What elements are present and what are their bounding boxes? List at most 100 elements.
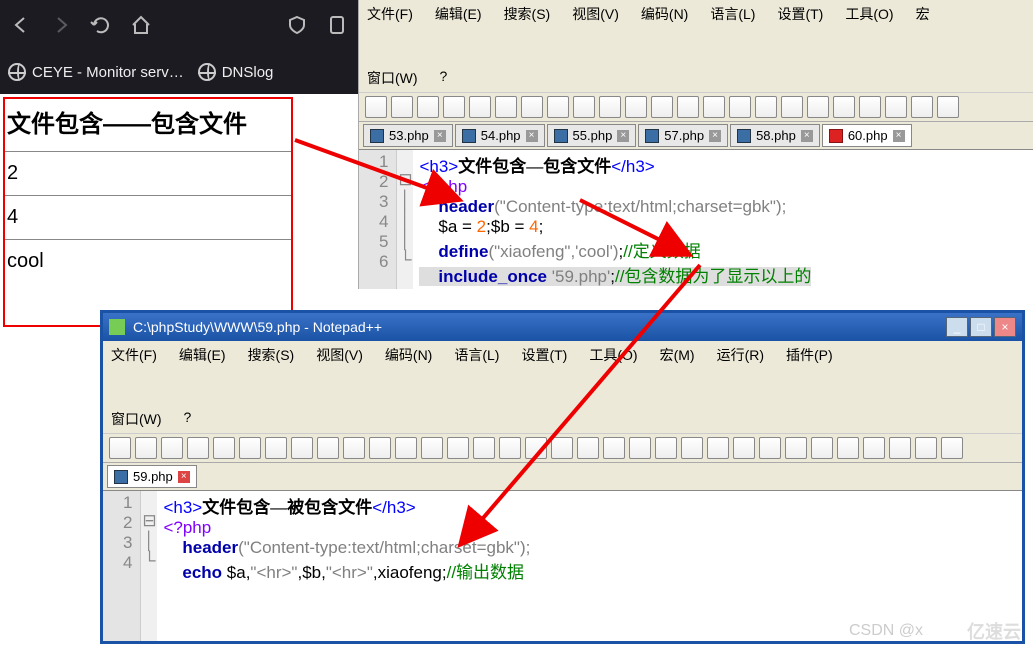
menu-item[interactable]: 编辑(E): [179, 345, 226, 365]
tool-icon[interactable]: [785, 437, 807, 459]
close-icon[interactable]: ×: [526, 130, 538, 142]
tool-icon[interactable]: [525, 437, 547, 459]
menu-item[interactable]: 语言(L): [454, 345, 499, 365]
tool-icon[interactable]: [729, 96, 751, 118]
code-editor[interactable]: 1 2 3 4 5 6 ⊟ │ │ │ └ <h3>文件包含—包含文件</h3>…: [359, 150, 1033, 289]
tool-icon[interactable]: [833, 96, 855, 118]
minimize-button[interactable]: _: [946, 317, 968, 337]
close-icon[interactable]: ×: [801, 130, 813, 142]
code-area[interactable]: <h3>文件包含—被包含文件</h3> <?php header("Conten…: [157, 491, 536, 641]
menu-item[interactable]: 视图(V): [572, 4, 619, 24]
tool-icon[interactable]: [421, 437, 443, 459]
code-area[interactable]: <h3>文件包含—包含文件</h3> <?php header("Content…: [413, 150, 817, 289]
tool-icon[interactable]: [573, 96, 595, 118]
menu-item[interactable]: 宏(M): [660, 345, 695, 365]
tool-icon[interactable]: [547, 96, 569, 118]
tool-icon[interactable]: [629, 437, 651, 459]
menu-item[interactable]: ?: [184, 409, 192, 429]
tool-icon[interactable]: [577, 437, 599, 459]
tool-icon[interactable]: [551, 437, 573, 459]
tool-icon[interactable]: [759, 437, 781, 459]
menu-item[interactable]: 工具(O): [845, 4, 893, 24]
tool-icon[interactable]: [161, 437, 183, 459]
home-icon[interactable]: [130, 14, 152, 36]
tool-icon[interactable]: [707, 437, 729, 459]
tool-icon[interactable]: [469, 96, 491, 118]
close-icon[interactable]: ×: [178, 471, 190, 483]
file-tab[interactable]: 55.php×: [547, 124, 637, 147]
tool-icon[interactable]: [755, 96, 777, 118]
menu-item[interactable]: 视图(V): [316, 345, 363, 365]
tool-icon[interactable]: [781, 96, 803, 118]
menu-item[interactable]: ?: [440, 68, 448, 88]
tool-icon[interactable]: [911, 96, 933, 118]
maximize-button[interactable]: □: [970, 317, 992, 337]
tool-icon[interactable]: [187, 437, 209, 459]
menu-item[interactable]: 窗口(W): [111, 409, 162, 429]
menu-item[interactable]: 文件(F): [111, 345, 157, 365]
code-editor[interactable]: 1 2 3 4 ⊟ │ └ <h3>文件包含—被包含文件</h3> <?php …: [103, 491, 1022, 641]
tool-icon[interactable]: [807, 96, 829, 118]
tool-icon[interactable]: [135, 437, 157, 459]
forward-icon[interactable]: [50, 14, 72, 36]
menu-item[interactable]: 插件(P): [786, 345, 833, 365]
menu-item[interactable]: 搜索(S): [248, 345, 295, 365]
file-tab-active[interactable]: 59.php×: [107, 465, 197, 488]
menu-item[interactable]: 语言(L): [710, 4, 755, 24]
tool-icon[interactable]: [391, 96, 413, 118]
tool-icon[interactable]: [733, 437, 755, 459]
titlebar[interactable]: C:\phpStudy\WWW\59.php - Notepad++ _ □ ×: [103, 313, 1022, 341]
tool-icon[interactable]: [365, 96, 387, 118]
menu-item[interactable]: 设置(T): [777, 4, 823, 24]
menu-item[interactable]: 搜索(S): [504, 4, 551, 24]
tool-icon[interactable]: [499, 437, 521, 459]
tool-icon[interactable]: [109, 437, 131, 459]
tool-icon[interactable]: [655, 437, 677, 459]
tool-icon[interactable]: [395, 437, 417, 459]
tool-icon[interactable]: [677, 96, 699, 118]
tool-icon[interactable]: [915, 437, 937, 459]
tool-icon[interactable]: [863, 437, 885, 459]
tool-icon[interactable]: [239, 437, 261, 459]
close-icon[interactable]: ×: [434, 130, 446, 142]
tool-icon[interactable]: [521, 96, 543, 118]
browser-tab-2[interactable]: DNSlog: [198, 63, 274, 81]
tool-icon[interactable]: [625, 96, 647, 118]
menu-item[interactable]: 宏: [916, 4, 930, 24]
tool-icon[interactable]: [941, 437, 963, 459]
tool-icon[interactable]: [651, 96, 673, 118]
menu-item[interactable]: 工具(O): [589, 345, 637, 365]
tool-icon[interactable]: [473, 437, 495, 459]
browser-tab-1[interactable]: CEYE - Monitor serv…: [8, 63, 184, 81]
tool-icon[interactable]: [599, 96, 621, 118]
tool-icon[interactable]: [937, 96, 959, 118]
tool-icon[interactable]: [681, 437, 703, 459]
menu-item[interactable]: 设置(T): [521, 345, 567, 365]
tool-icon[interactable]: [703, 96, 725, 118]
menu-item[interactable]: 编辑(E): [435, 4, 482, 24]
tool-icon[interactable]: [859, 96, 881, 118]
tool-icon[interactable]: [495, 96, 517, 118]
tool-icon[interactable]: [417, 96, 439, 118]
tool-icon[interactable]: [603, 437, 625, 459]
menu-item[interactable]: 编码(N): [641, 4, 688, 24]
menu-item[interactable]: 运行(R): [717, 345, 764, 365]
tool-icon[interactable]: [885, 96, 907, 118]
back-icon[interactable]: [10, 14, 32, 36]
tool-icon[interactable]: [889, 437, 911, 459]
close-button[interactable]: ×: [994, 317, 1016, 337]
file-tab[interactable]: 53.php×: [363, 124, 453, 147]
tool-icon[interactable]: [213, 437, 235, 459]
close-icon[interactable]: ×: [709, 130, 721, 142]
menu-item[interactable]: 窗口(W): [367, 68, 418, 88]
tool-icon[interactable]: [317, 437, 339, 459]
file-tab-active[interactable]: 60.php×: [822, 124, 912, 147]
tool-icon[interactable]: [811, 437, 833, 459]
tool-icon[interactable]: [837, 437, 859, 459]
close-icon[interactable]: ×: [893, 130, 905, 142]
tool-icon[interactable]: [443, 96, 465, 118]
tool-icon[interactable]: [369, 437, 391, 459]
tool-icon[interactable]: [343, 437, 365, 459]
tool-icon[interactable]: [447, 437, 469, 459]
reload-icon[interactable]: [90, 14, 112, 36]
